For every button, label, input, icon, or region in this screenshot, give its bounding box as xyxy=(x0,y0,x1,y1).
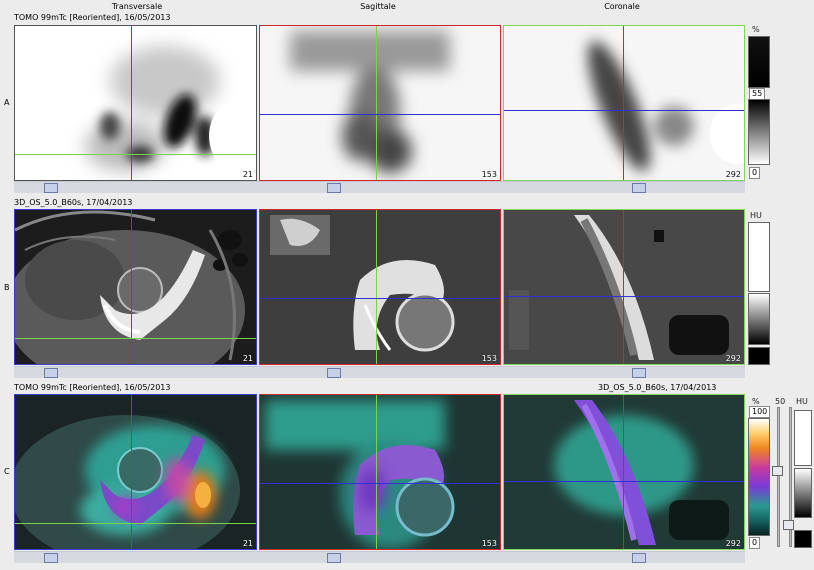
ct-sagittal-image xyxy=(260,210,500,364)
slice-number: 292 xyxy=(725,170,741,179)
fusion-coronal-image xyxy=(504,395,744,549)
crosshair-horizontal[interactable] xyxy=(504,481,744,482)
crosshair-vertical[interactable] xyxy=(376,395,377,549)
crosshair-vertical[interactable] xyxy=(131,26,132,180)
slice-number: 153 xyxy=(481,354,497,363)
row-label-c: C xyxy=(4,467,10,476)
scroll-thumb-sagittal[interactable] xyxy=(327,368,341,378)
crosshair-vertical[interactable] xyxy=(623,26,624,180)
colorbar-unit-a: % xyxy=(752,25,760,34)
series-label-row-c-left: TOMO 99mTc [Reoriented], 16/05/2013 xyxy=(14,383,171,392)
column-title-sagittal: Sagittale xyxy=(360,2,396,11)
fusion-slider-track[interactable] xyxy=(777,407,780,547)
colorbar-b-upper[interactable] xyxy=(748,222,770,292)
crosshair-vertical[interactable] xyxy=(623,395,624,549)
scrollbar-row-a[interactable] xyxy=(14,181,745,193)
series-label-row-a: TOMO 99mTc [Reoriented], 16/05/2013 xyxy=(14,13,171,22)
row-label-a: A xyxy=(4,98,10,107)
crosshair-horizontal[interactable] xyxy=(15,338,256,339)
viewport-a-sagittal[interactable]: 153 xyxy=(259,25,501,181)
crosshair-horizontal[interactable] xyxy=(260,483,500,484)
slice-number: 153 xyxy=(481,539,497,548)
scrollbar-row-c[interactable] xyxy=(14,551,745,563)
nm-sagittal-image xyxy=(260,26,500,180)
colorbar-c-hu-lower[interactable] xyxy=(794,468,812,518)
fusion-slider-thumb-2[interactable] xyxy=(783,520,794,530)
ct-coronal-image xyxy=(504,210,744,364)
nm-coronal-image xyxy=(504,26,744,180)
column-title-transversal: Transversale xyxy=(111,2,163,11)
colorbar-unit-c-hu: HU xyxy=(796,397,808,406)
crosshair-vertical[interactable] xyxy=(623,210,624,364)
colorbar-unit-c-pct: % xyxy=(752,397,760,406)
row-label-b: B xyxy=(4,283,10,292)
scroll-thumb-coronal[interactable] xyxy=(632,553,646,563)
viewport-b-transversal[interactable]: 21 xyxy=(14,209,257,365)
colorbar-unit-b: HU xyxy=(750,211,762,220)
colorbar-a-lower[interactable] xyxy=(748,99,770,165)
viewport-b-sagittal[interactable]: 153 xyxy=(259,209,501,365)
column-title-coronal: Coronale xyxy=(604,2,640,11)
scroll-thumb-transversal[interactable] xyxy=(44,368,58,378)
crosshair-vertical[interactable] xyxy=(131,210,132,364)
slice-number: 21 xyxy=(242,170,253,179)
scroll-thumb-coronal[interactable] xyxy=(632,368,646,378)
slice-number: 292 xyxy=(725,539,741,548)
scroll-thumb-coronal[interactable] xyxy=(632,183,646,193)
crosshair-horizontal[interactable] xyxy=(504,296,744,297)
colorbar-b-lower[interactable] xyxy=(748,293,770,345)
crosshair-vertical[interactable] xyxy=(131,395,132,549)
viewport-c-transversal[interactable]: 21 xyxy=(14,394,257,550)
colorbar-c-fusion[interactable] xyxy=(748,418,770,536)
fusion-slider-thumb[interactable] xyxy=(772,466,783,476)
scrollbar-row-b[interactable] xyxy=(14,366,745,378)
viewport-a-coronal[interactable]: 292 xyxy=(503,25,745,181)
colorbar-a-upper[interactable] xyxy=(748,36,770,88)
crosshair-vertical[interactable] xyxy=(376,210,377,364)
slice-number: 21 xyxy=(242,354,253,363)
series-label-row-c-right: 3D_OS_5.0_B60s, 17/04/2013 xyxy=(598,383,717,392)
colorbar-max-c[interactable]: 100 xyxy=(749,406,771,418)
colorbar-min-a[interactable]: 0 xyxy=(749,167,761,179)
colorbar-c-hu-upper[interactable] xyxy=(794,410,812,466)
viewport-c-coronal[interactable]: 292 xyxy=(503,394,745,550)
scroll-thumb-transversal[interactable] xyxy=(44,553,58,563)
crosshair-horizontal[interactable] xyxy=(15,154,256,155)
ct-transversal-image xyxy=(15,210,256,364)
series-label-row-b: 3D_OS_5.0_B60s, 17/04/2013 xyxy=(14,198,133,207)
fusion-sagittal-image xyxy=(260,395,500,549)
crosshair-horizontal[interactable] xyxy=(260,298,500,299)
slice-number: 153 xyxy=(481,170,497,179)
viewport-b-coronal[interactable]: 292 xyxy=(503,209,745,365)
colorbar-c-hu-bottom[interactable] xyxy=(794,530,812,548)
slice-number: 292 xyxy=(725,354,741,363)
fusion-value-label: 50 xyxy=(775,397,786,406)
colorbar-b-bottom[interactable] xyxy=(748,347,770,365)
slice-number: 21 xyxy=(242,539,253,548)
crosshair-horizontal[interactable] xyxy=(15,523,256,524)
viewport-c-sagittal[interactable]: 153 xyxy=(259,394,501,550)
scroll-thumb-transversal[interactable] xyxy=(44,183,58,193)
crosshair-horizontal[interactable] xyxy=(504,110,744,111)
crosshair-horizontal[interactable] xyxy=(260,114,500,115)
viewport-a-transversal[interactable]: 21 xyxy=(14,25,257,181)
nm-transversal-image xyxy=(15,26,256,180)
scroll-thumb-sagittal[interactable] xyxy=(327,183,341,193)
scroll-thumb-sagittal[interactable] xyxy=(327,553,341,563)
fusion-transversal-image xyxy=(15,395,256,549)
crosshair-vertical[interactable] xyxy=(376,26,377,180)
colorbar-min-c[interactable]: 0 xyxy=(749,537,761,549)
